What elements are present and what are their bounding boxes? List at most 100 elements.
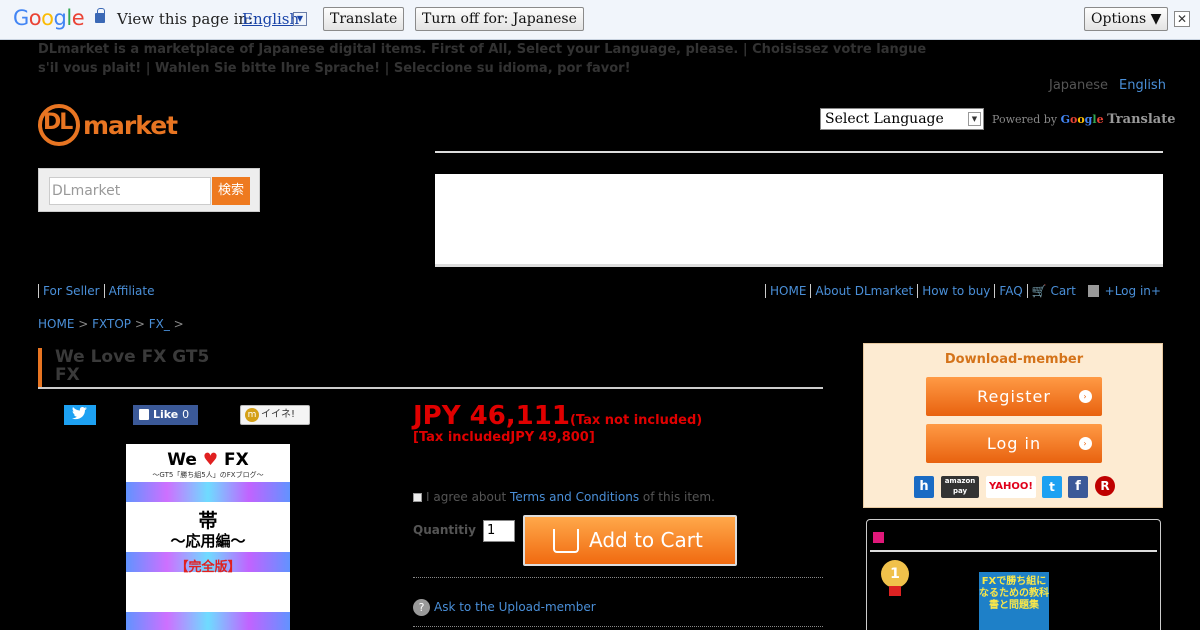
language-selector[interactable]: English [242, 10, 299, 28]
twitter-icon[interactable]: t [1042, 476, 1062, 498]
like-label: Like [153, 408, 179, 421]
lightning-decoration [126, 612, 290, 630]
lang-english-link[interactable]: English [1119, 78, 1166, 93]
divider [870, 550, 1157, 552]
for-seller-link[interactable]: For Seller [38, 284, 104, 298]
cover-obi: 帯 [198, 510, 218, 532]
hatena-icon[interactable]: h [914, 476, 934, 498]
logo-dl: DL [43, 110, 73, 135]
price: JPY 46,111(Tax not included) [413, 401, 702, 431]
nav-about[interactable]: About DLmarket [810, 284, 918, 298]
translate-word: Translate [1107, 112, 1176, 127]
price-note: (Tax not included) [569, 413, 703, 428]
heart-icon: ♥ [202, 450, 219, 470]
nav-login-label: +Log in+ [1104, 284, 1161, 298]
quantity-input[interactable]: 1 [483, 520, 515, 542]
dropdown-arrow-icon: ▼ [968, 112, 981, 126]
breadcrumb: HOME > FXTOP > FX_ > [38, 317, 184, 331]
ask-link[interactable]: Ask to the Upload-member [434, 600, 596, 614]
google-logo: Google [13, 6, 85, 30]
breadcrumb-fxtop[interactable]: FXTOP [92, 317, 131, 331]
translate-button[interactable]: Translate [323, 7, 405, 31]
social-login-icons: h amazon pay YAHOO! t f R [914, 476, 1115, 500]
nav-faq[interactable]: FAQ [994, 284, 1027, 298]
powered-by: Powered by Google Translate [992, 112, 1175, 127]
lang-japanese-link[interactable]: Japanese [1049, 78, 1108, 93]
nav-cart-label: Cart [1050, 284, 1076, 298]
view-page-label: View this page in: [117, 10, 254, 28]
main-nav: HOME About DLmarket How to buy FAQ 🛒 Cart +L… [765, 284, 1165, 298]
terms-agreement: I agree about Terms and Conditions of th… [413, 490, 715, 504]
product-title-line2: FX [55, 365, 80, 385]
lock-icon [95, 8, 105, 23]
ranking-book-thumbnail[interactable]: FXで勝ち組になるための教科書と問題集 [979, 572, 1049, 630]
lock-icon [1087, 285, 1099, 297]
add-to-cart-label: Add to Cart [589, 528, 703, 552]
twitter-icon [72, 407, 87, 420]
facebook-like-button[interactable]: Like 0 [133, 405, 198, 425]
register-button[interactable]: Register › [926, 377, 1102, 416]
medal-ribbon [889, 586, 901, 596]
cover-complete: 【完全版】 [175, 560, 241, 575]
google-translate-bar: Google View this page in: English ▼ Tran… [0, 0, 1200, 40]
divider [435, 264, 1163, 267]
amazon-pay-icon[interactable]: amazon pay [941, 476, 979, 498]
gold-medal-icon: 1 [881, 560, 909, 588]
question-icon: ? [413, 599, 430, 616]
cart-icon: 🛒 [1031, 284, 1047, 298]
google-mini-logo: Google [1060, 113, 1104, 126]
login-button[interactable]: Log in › [926, 424, 1102, 463]
divider [413, 577, 823, 578]
divider [435, 151, 1163, 153]
mixi-like-button[interactable]: m イイネ! [240, 405, 310, 425]
affiliate-link[interactable]: Affiliate [103, 284, 159, 298]
thumbs-up-icon [139, 409, 149, 420]
nav-howto[interactable]: How to buy [917, 284, 995, 298]
section-marker [873, 532, 884, 543]
select-language-label: Select Language [825, 111, 944, 127]
mixi-icon: m [245, 408, 259, 422]
add-to-cart-button[interactable]: Add to Cart [523, 515, 737, 566]
agree-checkbox[interactable] [413, 493, 422, 502]
nav-home[interactable]: HOME [765, 284, 811, 298]
dlmarket-logo[interactable]: DL market [38, 104, 188, 148]
powered-by-label: Powered by [992, 113, 1058, 126]
yahoo-icon[interactable]: YAHOO! [986, 476, 1036, 498]
download-member-panel: Download-member Register › Log in › h am… [863, 343, 1163, 508]
logo-market: market [83, 111, 178, 140]
product-title-line1: We Love FX GT5 [55, 347, 210, 367]
options-button[interactable]: Options ▼ [1084, 7, 1169, 31]
divider [38, 387, 823, 389]
cover-edition: 〜応用編〜 [170, 532, 246, 550]
breadcrumb-home[interactable]: HOME [38, 317, 74, 331]
arrow-right-icon: › [1079, 437, 1092, 450]
ad-banner[interactable] [435, 174, 1163, 264]
facebook-icon[interactable]: f [1068, 476, 1088, 498]
like-count: 0 [182, 408, 190, 421]
dropdown-caret-icon[interactable]: ▼ [293, 12, 307, 26]
close-icon[interactable]: ✕ [1174, 11, 1190, 27]
nav-cart[interactable]: 🛒 Cart [1026, 284, 1080, 298]
lightning-decoration [126, 482, 290, 502]
mixi-label: イイネ! [261, 409, 296, 420]
select-language-dropdown[interactable]: Select Language ▼ [820, 108, 984, 130]
product-title: We Love FX GT5 FX [38, 348, 823, 388]
login-label: Log in [986, 434, 1042, 453]
divider [413, 626, 823, 627]
search-input[interactable]: DLmarket [49, 177, 211, 205]
breadcrumb-fx[interactable]: FX_ [149, 317, 170, 331]
product-cover-image[interactable]: We ♥ FX 〜GT5「勝ち組5人」のFXブログ〜 帯 〜応用編〜 【完全版】 [126, 444, 290, 630]
nav-login[interactable]: +Log in+ [1084, 284, 1165, 298]
price-main: JPY 46,111 [413, 401, 570, 431]
search-box: DLmarket 検索 [38, 168, 260, 212]
arrow-right-icon: › [1079, 390, 1092, 403]
turn-off-button[interactable]: Turn off for: Japanese [415, 7, 584, 31]
rakuten-icon[interactable]: R [1095, 476, 1115, 496]
seller-nav: For Seller Affiliate [38, 284, 159, 298]
ask-uploader[interactable]: ? Ask to the Upload-member [413, 599, 596, 616]
search-button[interactable]: 検索 [212, 177, 250, 205]
language-notice: DLmarket is a marketplace of Japanese di… [38, 42, 927, 76]
register-label: Register [977, 387, 1051, 406]
twitter-share-button[interactable] [64, 405, 96, 425]
terms-link[interactable]: Terms and Conditions [510, 490, 639, 504]
